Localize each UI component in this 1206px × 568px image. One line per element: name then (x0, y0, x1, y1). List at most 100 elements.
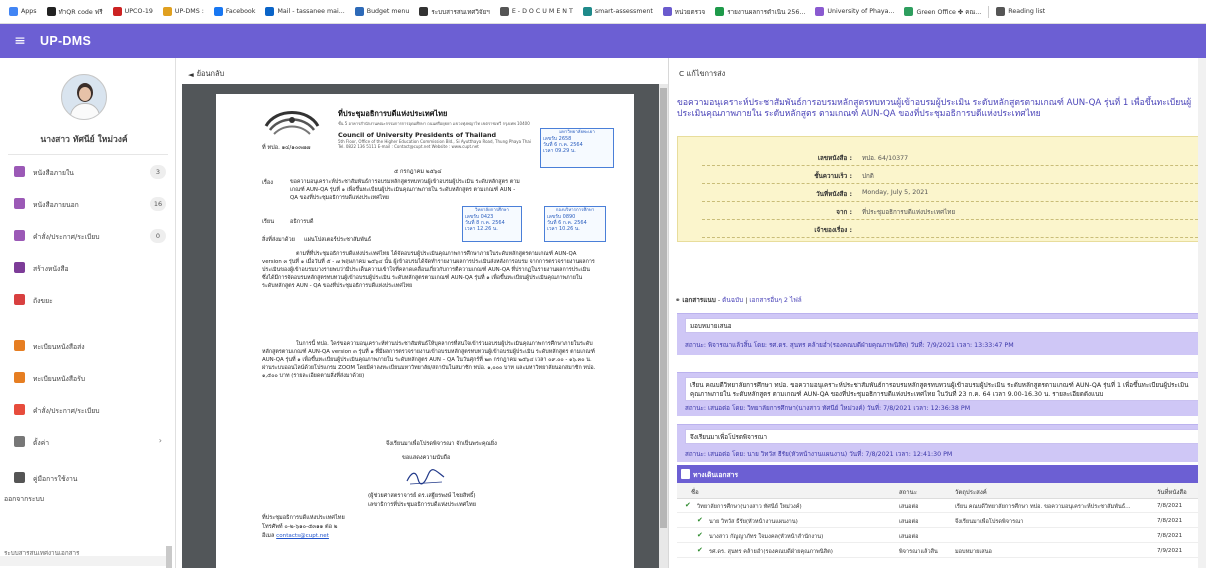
info-label: เลขหนังสือ : (817, 155, 852, 162)
info-label: ชั้นความเร็ว : (814, 173, 852, 180)
sidebar-item-label: หนังสือภายใน (33, 168, 74, 177)
table-cell: จึงเรียนมาเพื่อโปรดพิจารณา (955, 519, 1024, 525)
bookmark-item[interactable]: ระบบสารสนเทศวิจัยฯ (416, 7, 492, 17)
bookmark-item[interactable]: smart-assessment (580, 7, 656, 16)
sidebar-item-label: สร้างหนังสือ (33, 264, 69, 273)
bookmark-label: University of Phaya... (827, 8, 895, 15)
table-cell: 7/9/2021 (1157, 548, 1183, 554)
bookmark-label: หน่วยตรวจ (674, 8, 706, 16)
org-name-en: Council of University Presidents of Thai… (338, 131, 497, 139)
divider (988, 5, 990, 18)
sidebar-item[interactable]: คำสั่ง/ประกาศ/ระเบียบ (0, 400, 175, 420)
document-icon (681, 469, 690, 479)
bookmark-item[interactable]: รายงานผลการดำเนิน 256... (712, 7, 808, 17)
table-cell: 7/8/2021 (1157, 533, 1183, 539)
count-badge: 3 (150, 165, 166, 179)
table-cell: เรียน คณบดีวิทยาลัยการศึกษา ทปอ. ขอความอ… (955, 504, 1131, 510)
viewer-scrollbar[interactable] (659, 84, 668, 568)
bookmark-label: Green Office ✤ คณ... (916, 8, 982, 16)
action-card: จึงเรียนมาเพื่อโปรดพิจารณา สถานะ: เสนอต่… (677, 424, 1206, 462)
table-cell: รศ.ดร. สุนทร คล้ายอ่ำ(รองคณบดีฝ่ายคุณภาพ… (709, 549, 833, 555)
sidebar-item[interactable]: ออกจากระบบ (0, 488, 175, 508)
panel-scrollbar[interactable] (1198, 58, 1206, 568)
hamburger-menu-icon[interactable]: ≡ (0, 33, 40, 49)
bookmark-item[interactable]: Budget menu (352, 7, 413, 16)
table-cell: วิทยาลัยการศึกษา(นางสาว ทัศนีย์ ใหม่วงค์… (697, 504, 802, 510)
letter-page: ที่ประชุมอธิการบดีแห่งประเทศไทย ชั้น 5 อ… (216, 94, 634, 568)
bookmark-item[interactable]: E - D O C U M E N T (497, 7, 576, 16)
subject-text: ขอความอนุเคราะห์ประชาสัมพันธ์การอบรมหลัก… (290, 179, 520, 201)
sidebar-item-icon (14, 372, 25, 383)
sidebar-item[interactable]: คู่มือการใช้งาน (0, 468, 175, 488)
table-row[interactable]: ✔ วิทยาลัยการศึกษา(นางสาว ทัศนีย์ ใหม่วงค… (677, 499, 1206, 513)
info-value: ปกติ (862, 173, 874, 180)
bookmarks-bar: Apps ทำQR code ฟรี UPCO-19 UP-DMS : Faceboo… (0, 0, 1206, 24)
table-row[interactable]: ✔ นาย วิทวัส ธีรัย(หัวหน้างานแผนงาน) เสนอต… (677, 514, 1206, 528)
tracking-header: ทางเดินเอกสาร (677, 465, 1206, 483)
action-status: สถานะ: พิจารณาแล้วสิ้น โดย: รศ.ดร. สุนทร… (685, 342, 1014, 349)
bookmark-item[interactable]: UPCO-19 (110, 7, 156, 16)
original-file-link[interactable]: ต้นฉบับ (722, 296, 743, 304)
bookmark-label: ทำQR code ฟรี (58, 8, 103, 16)
back-arrow-icon: ◄ (188, 69, 194, 79)
org-address: ชั้น 5 อาคารสำนักงานคณะกรรมการการอุดมศึก… (338, 121, 530, 126)
app-title: UP-DMS (40, 34, 92, 48)
closing-text: จึงเรียนมาเพื่อโปรดพิจารณา จักเป็นพระคุณ… (386, 441, 497, 447)
sidebar-item-icon (14, 230, 25, 241)
app-header: ≡ UP-DMS (0, 24, 1206, 58)
footer-tel: โทรศัพท์ ๐-๒-๖๑๐-๕๓๑๑ ต่อ ๒ (262, 524, 338, 530)
cupt-logo-icon (264, 111, 320, 135)
check-icon: ✔ (685, 501, 691, 509)
bookmark-item[interactable]: ทำQR code ฟรี (44, 7, 106, 17)
sidebar-item[interactable]: หนังสือภายใน 3 (0, 162, 175, 182)
bookmark-item[interactable]: Green Office ✤ คณ... (901, 7, 984, 17)
sidebar-item[interactable]: หนังสือภายนอก 16 (0, 194, 175, 214)
sidebar-item[interactable]: ทะเบียนหนังสือส่ง (0, 336, 175, 356)
back-link[interactable]: ◄ ย้อนกลับ (188, 68, 224, 80)
bookmark-item[interactable]: หน่วยตรวจ (660, 7, 708, 17)
sidebar: นางสาว ทัศนีย์ ใหม่วงค์ หนังสือภายใน 3 หนั… (0, 58, 176, 568)
column-header: วัตถุประสงค์ (955, 489, 987, 496)
signature-icon (406, 469, 445, 485)
bookmark-item[interactable]: Mail - tassanee mai... (262, 7, 347, 16)
bookmark-favicon-icon (662, 7, 672, 16)
bookmark-favicon-icon (715, 7, 725, 16)
email-link[interactable]: contacts@cupt.net (276, 533, 329, 539)
bookmark-label: UPCO-19 (124, 8, 153, 15)
sidebar-item-icon (14, 262, 25, 273)
edit-send-link[interactable]: C แก้ไขการส่ง (679, 68, 725, 80)
info-row: ชั้นความเร็ว : ปกติ (702, 167, 1206, 184)
column-header: ชื่อ (691, 489, 699, 496)
info-label: วันที่หนังสือ : (816, 191, 852, 198)
avatar[interactable] (61, 74, 107, 120)
bookmark-favicon-icon (112, 7, 122, 16)
org-name-th: ที่ประชุมอธิการบดีแห่งประเทศไทย (338, 109, 448, 118)
paragraph-2: ในการนี้ ทปอ. ใคร่ขอความอนุเคราะห์ท่านปร… (262, 341, 596, 379)
action-status: สถานะ: เสนอต่อ โดย: นาย วิทวัส ธีรัย(หัว… (685, 451, 953, 458)
bookmark-item[interactable]: University of Phaya... (812, 7, 897, 16)
pdf-viewer[interactable]: ที่ประชุมอธิการบดีแห่งประเทศไทย ชั้น 5 อ… (182, 84, 668, 568)
action-card: มอบหมายเสนอ สถานะ: พิจารณาแล้วสิ้น โดย: … (677, 313, 1206, 355)
sidebar-item[interactable]: สร้างหนังสือ (0, 258, 175, 278)
sidebar-footer: ระบบสารสนเทศงานเอกสาร (4, 550, 80, 557)
bookmark-item[interactable]: Apps (6, 7, 40, 16)
sidebar-item[interactable]: ถังขยะ (0, 290, 175, 310)
sidebar-item-label: คำสั่ง/ประกาศ/ระเบียบ (33, 232, 100, 241)
sidebar-item-icon (14, 436, 25, 447)
info-value: ที่ประชุมอธิการบดีแห่งประเทศไทย (862, 209, 956, 216)
sidebar-item-icon (14, 404, 25, 415)
sidebar-item[interactable]: ทะเบียนหนังสือรับ (0, 368, 175, 388)
bookmark-favicon-icon (904, 7, 914, 16)
sidebar-item[interactable]: ตั้งค่า › (0, 432, 175, 452)
table-row[interactable]: ✔ รศ.ดร. สุนทร คล้ายอ่ำ(รองคณบดีฝ่ายคุณภา… (677, 544, 1206, 558)
sidebar-scrollbar[interactable] (166, 546, 172, 568)
bookmark-favicon-icon (996, 7, 1006, 16)
sidebar-item[interactable]: คำสั่ง/ประกาศ/ระเบียบ 0 (0, 226, 175, 246)
action-card: เรียน คณบดีวิทยาลัยการศึกษา ทปอ. ขอความอ… (677, 372, 1206, 416)
table-row[interactable]: ✔ นางสาว กัญญาภัทร ใจมงคล(หัวหน้าสำนักงาน… (677, 529, 1206, 543)
bookmark-item[interactable]: Reading list (993, 7, 1048, 16)
bookmark-item[interactable]: UP-DMS : (160, 7, 207, 16)
action-message: จึงเรียนมาเพื่อโปรดพิจารณา (685, 429, 1206, 444)
bookmark-item[interactable]: Facebook (211, 7, 259, 16)
other-files-link[interactable]: เอกสารอื่นๆ 2 ไฟล์ (749, 296, 801, 304)
